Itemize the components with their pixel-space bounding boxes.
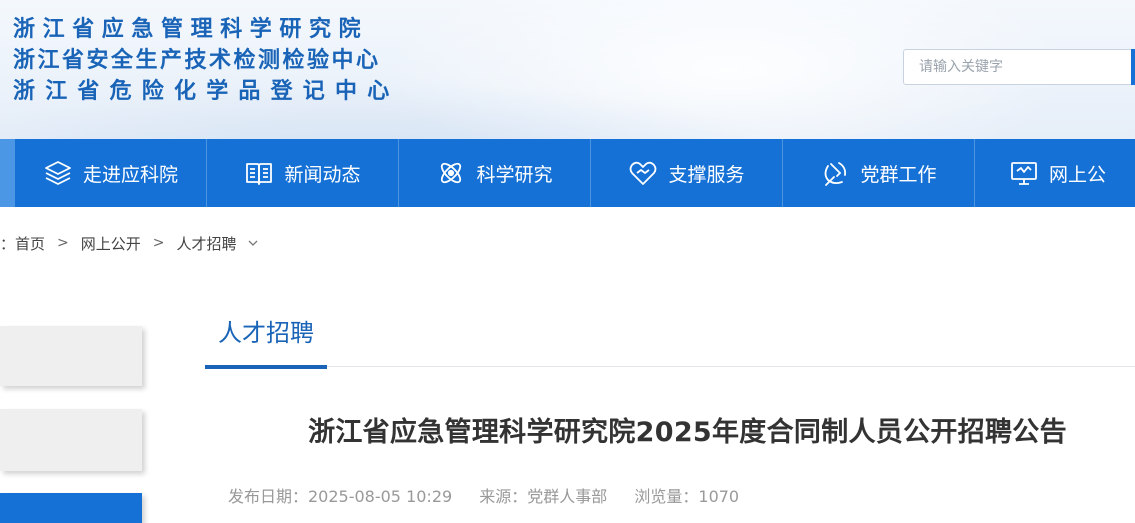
publish-date: 发布日期：2025-08-05 10:29 [228, 487, 453, 506]
section-title: 人才招聘 [218, 319, 314, 347]
article-title: 浙江省应急管理科学研究院2025年度合同制人员公开招聘公告 [308, 417, 1067, 448]
section-divider [205, 366, 1135, 367]
site-logo[interactable]: 浙江省应急管理科学研究院 浙江省安全生产技术检测检验中心 浙江省危险化学品登记中… [13, 14, 399, 107]
nav-item-news[interactable]: 新闻动态 [207, 139, 399, 207]
search-box [903, 49, 1135, 85]
site-header: 浙江省应急管理科学研究院 浙江省安全生产技术检测检验中心 浙江省危险化学品登记中… [0, 0, 1135, 139]
nav-home-tab[interactable] [0, 139, 15, 207]
sidebar-item-active[interactable] [0, 493, 142, 523]
nav-item-services[interactable]: 支撑服务 [591, 139, 783, 207]
logo-line-test-center: 浙江省安全生产技术检测检验中心 [13, 48, 381, 73]
breadcrumb-separator: > [152, 235, 165, 251]
main-nav: 走进应科院 新闻动态 科学研究 支撑服务 党群工作 网上公 [0, 139, 1135, 207]
breadcrumb-separator: > [57, 235, 69, 251]
article-source: 来源：党群人事部 [479, 487, 608, 506]
nav-item-label: 党群工作 [860, 163, 937, 186]
chevron-down-icon[interactable] [247, 237, 259, 249]
nav-item-label: 走进应科院 [82, 163, 178, 186]
nav-item-label: 支撑服务 [668, 163, 745, 186]
breadcrumb: ： 首页 > 网上公开 > 人才招聘 [0, 231, 259, 255]
nav-item-label: 新闻动态 [284, 163, 361, 186]
breadcrumb-home-link[interactable]: 首页 [15, 233, 45, 254]
logo-line-academy: 浙江省应急管理科学研究院 [13, 17, 369, 42]
search-button[interactable] [1131, 49, 1135, 85]
nav-item-research[interactable]: 科学研究 [399, 139, 591, 207]
sidebar-item[interactable] [0, 326, 142, 386]
view-count: 浏览量：1070 [634, 487, 740, 506]
nav-item-about[interactable]: 走进应科院 [15, 139, 207, 207]
nav-item-party[interactable]: 党群工作 [783, 139, 975, 207]
party-emblem-icon [825, 162, 847, 186]
search-input[interactable] [917, 58, 1121, 76]
book-icon [246, 163, 273, 185]
layers-icon [45, 161, 71, 185]
atom-icon [441, 162, 462, 184]
article-meta: 发布日期：2025-08-05 10:29 来源：党群人事部 浏览量：1070 [228, 483, 761, 507]
heart-handshake-icon [630, 161, 657, 185]
breadcrumb-public-link[interactable]: 网上公开 [81, 233, 141, 254]
section-title-underline [205, 365, 327, 369]
monitor-icon [1011, 162, 1037, 185]
nav-item-label: 网上公 [1049, 163, 1107, 186]
nav-item-label: 科学研究 [476, 163, 553, 186]
breadcrumb-prefix: ： [0, 234, 16, 253]
logo-line-registration-center: 浙江省危险化学品登记中心 [13, 79, 400, 104]
breadcrumb-current[interactable]: 人才招聘 [177, 233, 237, 254]
nav-item-public[interactable]: 网上公 [975, 139, 1135, 207]
